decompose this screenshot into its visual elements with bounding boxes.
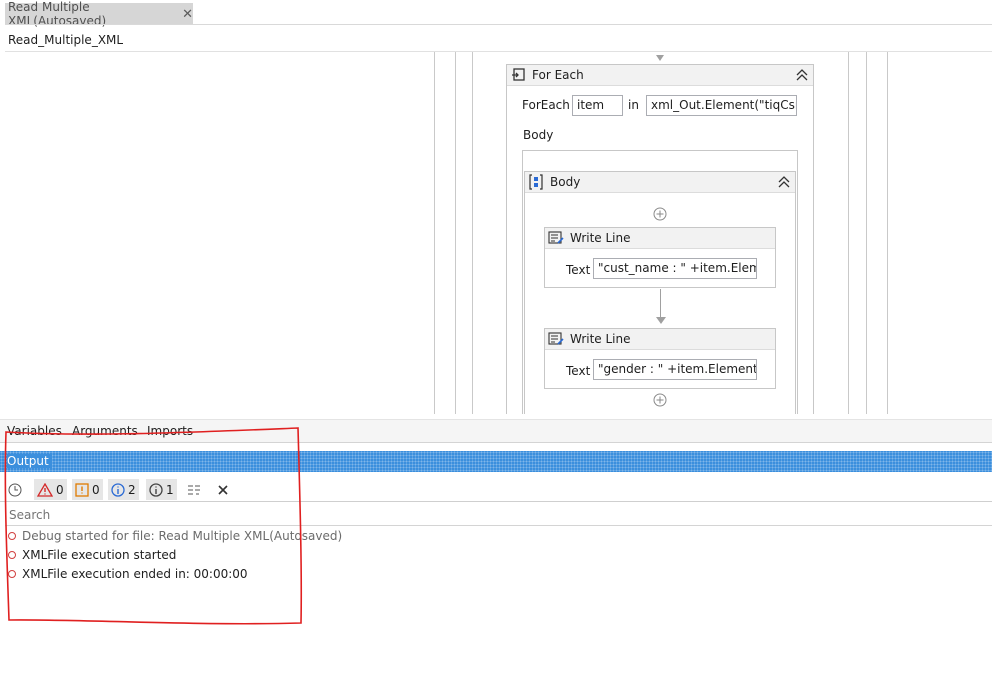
designer-panel-tabs: Variables Arguments Imports — [0, 419, 992, 443]
container-border — [848, 52, 849, 414]
breadcrumb[interactable]: Read_Multiple_XML — [8, 33, 123, 47]
error-filter-button[interactable]: 0 — [34, 479, 67, 500]
tab-imports[interactable]: Imports — [147, 424, 193, 438]
text-label: Text — [566, 263, 591, 277]
log-text: XMLFile execution started — [22, 548, 177, 562]
designer-canvas[interactable]: For Each ForEach item in xml_Out.Element… — [0, 52, 992, 414]
trace-icon — [149, 482, 163, 497]
container-border — [472, 52, 473, 414]
tab-divider — [5, 24, 992, 25]
trace-filter-button[interactable]: 1 — [146, 479, 177, 500]
container-border — [887, 52, 888, 414]
body-label: Body — [523, 128, 554, 142]
writeline-header[interactable]: Write Line — [545, 228, 775, 249]
writeline-icon — [548, 331, 564, 347]
log-info-icon — [8, 551, 16, 559]
clock-icon[interactable] — [5, 479, 25, 500]
output-search-input[interactable] — [5, 505, 992, 526]
foreach-title: For Each — [532, 68, 584, 82]
writeline-title: Write Line — [570, 231, 631, 245]
trace-count: 1 — [166, 482, 174, 497]
sequence-icon — [528, 174, 544, 190]
sequence-title: Body — [550, 175, 581, 189]
writeline-title: Write Line — [570, 332, 631, 346]
warning-count: 0 — [92, 482, 100, 497]
close-icon[interactable]: ✕ — [182, 7, 193, 22]
sequence-header[interactable]: Body — [525, 172, 795, 193]
info-icon — [111, 482, 125, 497]
foreach-activity[interactable]: For Each ForEach item in xml_Out.Element… — [506, 64, 814, 414]
clear-icon[interactable] — [213, 479, 233, 500]
timestamp-toggle-icon[interactable] — [184, 479, 204, 500]
flow-arrow-icon — [656, 55, 664, 61]
collapse-icon[interactable] — [777, 174, 791, 190]
log-entry[interactable]: XMLFile execution ended in: 00:00:00 — [8, 566, 248, 582]
writeline-icon — [548, 230, 564, 246]
log-text: Debug started for file: Read Multiple XM… — [22, 529, 343, 543]
info-count: 2 — [128, 482, 136, 497]
log-entry[interactable]: Debug started for file: Read Multiple XM… — [8, 528, 342, 544]
info-filter-button[interactable]: 2 — [108, 479, 139, 500]
foreach-item-input[interactable]: item — [572, 95, 623, 116]
log-info-icon — [8, 570, 16, 578]
foreach-label: ForEach — [522, 98, 570, 112]
output-panel-header[interactable]: Output — [0, 451, 992, 472]
error-count: 0 — [56, 482, 64, 497]
tab-variables[interactable]: Variables — [7, 424, 62, 438]
tab-arguments[interactable]: Arguments — [72, 424, 138, 438]
log-trace-icon — [8, 532, 16, 540]
log-entry[interactable]: XMLFile execution started — [8, 547, 176, 563]
foreach-header[interactable]: For Each — [507, 65, 813, 86]
add-activity-icon[interactable] — [653, 393, 667, 407]
writeline-activity[interactable]: Write Line Text "cust_name : " +item.Ele… — [544, 227, 776, 288]
foreach-icon — [510, 67, 526, 83]
body-frame: Body Write Line Text "cust_name: " +ite… — [522, 150, 798, 414]
collapse-icon[interactable] — [795, 67, 809, 83]
container-border — [434, 52, 435, 414]
add-activity-icon[interactable] — [653, 207, 667, 221]
writeline-activity[interactable]: Write Line Text "gender : " +item.Elemen… — [544, 328, 776, 389]
in-label: in — [628, 98, 639, 112]
flow-arrow-icon — [656, 317, 666, 324]
writeline-text-input[interactable]: "gender : " +item.Elements(" — [593, 359, 757, 380]
writeline-header[interactable]: Write Line — [545, 329, 775, 350]
output-title: Output — [7, 454, 52, 468]
warning-filter-button[interactable]: 0 — [72, 479, 103, 500]
sequence-activity[interactable]: Body Write Line Text "cust_name: " +ite… — [524, 171, 796, 414]
warning-icon — [75, 482, 89, 497]
foreach-collection-input[interactable]: xml_Out.Element("tiqCsr") — [646, 95, 797, 116]
log-text: XMLFile execution ended in: 00:00:00 — [22, 567, 248, 581]
writeline-text-input[interactable]: "cust_name : " +item.Elemen — [593, 258, 757, 279]
document-tabstrip: Read Multiple XML(Autosaved) ✕ — [0, 0, 992, 28]
output-toolbar: 0 0 2 1 — [0, 476, 992, 502]
document-tab[interactable]: Read Multiple XML(Autosaved) ✕ — [5, 0, 193, 28]
text-label: Text — [566, 364, 591, 378]
container-border — [455, 52, 456, 414]
container-border — [866, 52, 867, 414]
error-icon — [37, 482, 53, 497]
